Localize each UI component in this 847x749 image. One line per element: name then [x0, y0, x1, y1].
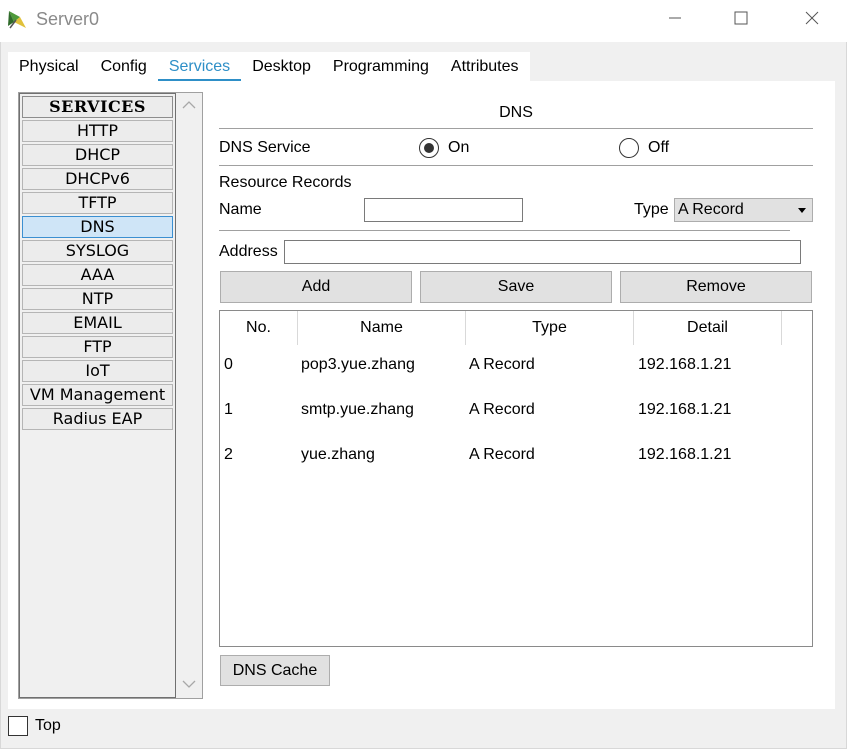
chevron-down-icon[interactable] [182, 678, 196, 692]
table-cell-type[interactable]: A Record [469, 446, 535, 464]
dns-service-label: DNS Service [219, 139, 311, 156]
close-icon [805, 11, 819, 30]
table-cell-name[interactable]: smtp.yue.zhang [301, 401, 414, 419]
table-cell-no[interactable]: 1 [224, 401, 233, 419]
service-item-aaa[interactable]: AAA [22, 264, 173, 286]
type-select[interactable]: A Record [674, 198, 813, 222]
dns-off-radio[interactable] [619, 138, 639, 158]
divider [219, 128, 813, 129]
table-cell-no[interactable]: 0 [224, 356, 233, 374]
dns-on-radio[interactable] [419, 138, 439, 158]
address-input[interactable] [284, 240, 801, 264]
service-item-ntp[interactable]: NTP [22, 288, 173, 310]
dns-on-label: On [448, 139, 470, 156]
service-item-radius-eap[interactable]: Radius EAP [22, 408, 173, 430]
service-item-email[interactable]: EMAIL [22, 312, 173, 334]
dns-cache-button[interactable]: DNS Cache [220, 655, 330, 686]
minimize-icon [668, 11, 682, 30]
chevron-down-icon [798, 208, 806, 213]
resource-records-label: Resource Records [219, 174, 352, 191]
service-item-tftp[interactable]: TFTP [22, 192, 173, 214]
table-cell-detail[interactable]: 192.168.1.21 [638, 356, 731, 374]
column-header-detail[interactable]: Detail [634, 311, 782, 345]
window-title: Server0 [36, 9, 100, 29]
tab-bar: Physical Config Services Desktop Program… [8, 52, 530, 82]
top-checkbox-label: Top [35, 717, 61, 734]
services-header: SERVICES [22, 96, 173, 118]
type-select-value: A Record [678, 201, 744, 218]
divider [219, 165, 813, 166]
table-cell-type[interactable]: A Record [469, 401, 535, 419]
table-cell-name[interactable]: pop3.yue.zhang [301, 356, 415, 374]
name-input[interactable] [364, 198, 523, 222]
remove-button[interactable]: Remove [620, 271, 812, 303]
service-item-dhcpv6[interactable]: DHCPv6 [22, 168, 173, 190]
table-cell-type[interactable]: A Record [469, 356, 535, 374]
service-item-ftp[interactable]: FTP [22, 336, 173, 358]
minimize-button[interactable] [640, 0, 710, 40]
top-checkbox[interactable] [8, 716, 28, 736]
table-cell-detail[interactable]: 192.168.1.21 [638, 446, 731, 464]
close-button[interactable] [777, 0, 847, 40]
tab-programming[interactable]: Programming [321, 52, 440, 82]
divider [219, 230, 790, 231]
title-bar: Server0 [0, 0, 847, 42]
chevron-up-icon[interactable] [182, 99, 196, 113]
tab-attributes[interactable]: Attributes [439, 52, 530, 82]
service-item-http[interactable]: HTTP [22, 120, 173, 142]
service-item-syslog[interactable]: SYSLOG [22, 240, 173, 262]
service-item-vm-management[interactable]: VM Management [22, 384, 173, 406]
services-scrollbar[interactable] [176, 93, 202, 698]
maximize-icon [734, 11, 748, 30]
tab-physical[interactable]: Physical [8, 52, 90, 82]
type-label: Type [634, 201, 669, 218]
server-app-icon [6, 8, 30, 32]
name-label: Name [219, 201, 262, 218]
column-header-name[interactable]: Name [298, 311, 466, 345]
save-button[interactable]: Save [420, 271, 612, 303]
address-label: Address [219, 243, 278, 260]
column-header-type[interactable]: Type [466, 311, 634, 345]
add-button[interactable]: Add [220, 271, 412, 303]
tab-services[interactable]: Services [157, 52, 242, 82]
services-panel: SERVICES HTTP DHCP DHCPv6 TFTP DNS SYSLO… [18, 92, 203, 699]
table-cell-detail[interactable]: 192.168.1.21 [638, 401, 731, 419]
dns-pane-title: DNS [499, 104, 533, 121]
radio-selected-dot [424, 143, 434, 153]
maximize-button[interactable] [706, 0, 776, 40]
table-cell-name[interactable]: yue.zhang [301, 446, 375, 464]
dns-records-table: No. Name Type Detail 0 pop3.yue.zhang A … [219, 310, 813, 647]
dns-off-label: Off [648, 139, 670, 156]
service-item-dns[interactable]: DNS [22, 216, 173, 238]
tab-desktop[interactable]: Desktop [241, 52, 322, 82]
table-cell-no[interactable]: 2 [224, 446, 233, 464]
service-item-dhcp[interactable]: DHCP [22, 144, 173, 166]
service-item-iot[interactable]: IoT [22, 360, 173, 382]
services-list: SERVICES HTTP DHCP DHCPv6 TFTP DNS SYSLO… [19, 93, 176, 698]
column-header-no[interactable]: No. [220, 311, 298, 345]
tab-config[interactable]: Config [89, 52, 158, 82]
